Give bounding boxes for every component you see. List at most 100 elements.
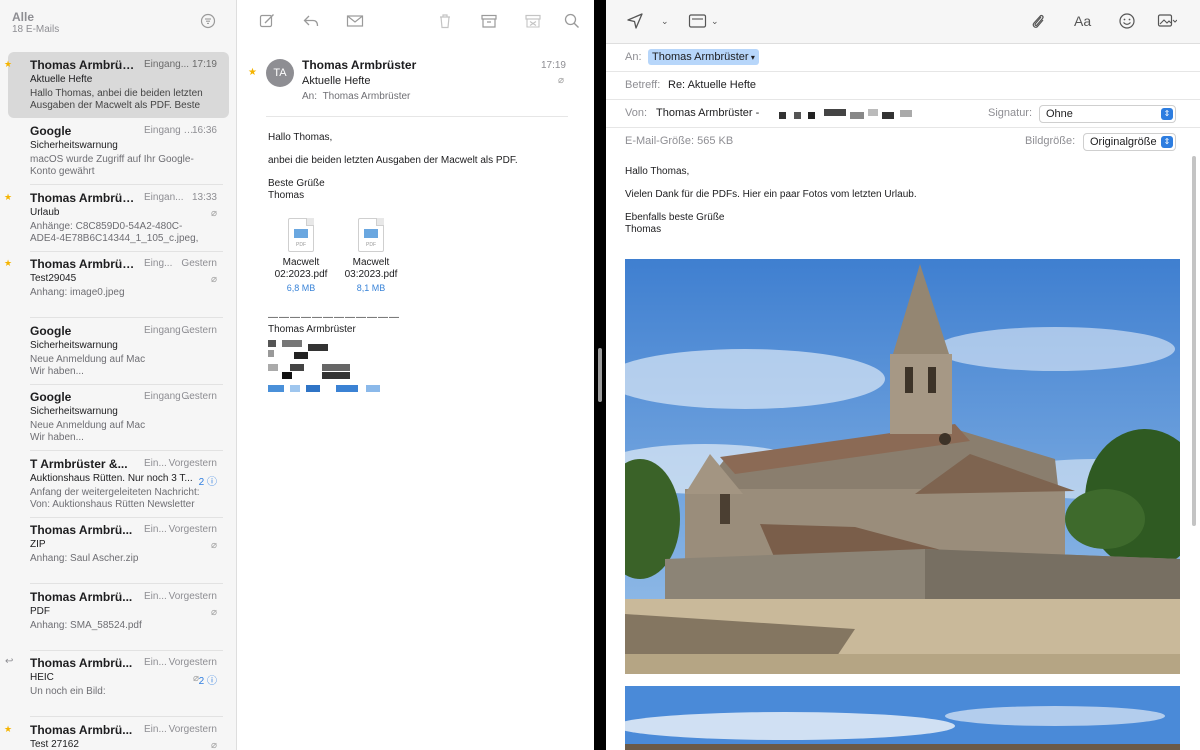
paperclip-icon: ⌀ — [557, 75, 564, 86]
trash-icon[interactable] — [436, 12, 454, 30]
list-item-preview: Hallo Thomas, anbei die beiden letzten A… — [30, 88, 203, 111]
paperclip-icon: ⌀ — [210, 607, 217, 618]
size-label: E-Mail-Größe: — [625, 135, 695, 147]
star-icon[interactable]: ★ — [4, 258, 12, 269]
list-item-subject: Sicherheitswarnung — [30, 340, 118, 351]
list-item-subject: ZIP — [30, 539, 46, 550]
select-arrows-icon: ⇕ — [1161, 136, 1173, 148]
message-body: Hallo Thomas, anbei die beiden letzten A… — [268, 132, 568, 202]
list-item-time: Gestern — [181, 325, 217, 336]
chevron-down-icon: ▾ — [748, 53, 755, 62]
mailbox-title: Alle — [12, 10, 35, 24]
paperclip-icon: ⌀ — [210, 208, 217, 219]
list-item[interactable]: ★ Thomas Armbrüster Eing... Gestern Test2904… — [4, 251, 229, 318]
junk-icon[interactable] — [524, 12, 542, 30]
compose-greeting: Hallo Thomas, — [625, 166, 690, 177]
viewer-toolbar — [238, 0, 594, 44]
star-icon[interactable]: ★ — [4, 192, 12, 203]
list-item[interactable]: ★ Thomas Armbrü... Ein... Vorgestern Test 27… — [4, 717, 229, 750]
from-value[interactable]: Thomas Armbrüster - — [656, 107, 759, 119]
star-icon[interactable]: ★ — [248, 67, 257, 78]
inline-photo-church[interactable] — [625, 259, 1180, 674]
inline-photo-landscape[interactable] — [625, 686, 1180, 750]
list-item-sender: Thomas Armbrüster — [30, 257, 138, 271]
list-item-time: 16:36 — [191, 125, 217, 136]
size-value: 565 KB — [697, 135, 734, 147]
scrollbar[interactable] — [1192, 156, 1196, 526]
compose-closing-name: Thomas — [625, 224, 662, 235]
signature-select[interactable]: Ohne ⇕ — [1039, 105, 1176, 123]
list-item-sender: T Armbrüster &... — [30, 457, 128, 471]
star-icon[interactable]: ★ — [4, 724, 12, 735]
header-fields-icon[interactable] — [688, 12, 708, 30]
pdf-attachment[interactable]: PDF Macwelt 03:2023.pdf 8,1 MB — [336, 218, 406, 293]
image-size-select[interactable]: Originalgröße ⇕ — [1083, 133, 1176, 151]
thread-count-badge[interactable]: 2 ⓘ — [199, 672, 217, 687]
paperclip-icon: ⌀ — [210, 540, 217, 551]
compose-toolbar: ⌄ ⌄ Aa — [606, 0, 1200, 44]
attachment-name: Macwelt 03:2023.pdf — [344, 257, 398, 280]
archive-icon[interactable] — [480, 12, 498, 30]
from-label: Von: — [625, 107, 648, 119]
mailbox-count: 18 E-Mails — [12, 24, 60, 35]
list-item-preview: Anhänge: C8C859D0-54A2-480C- ADE4-4E78B6… — [30, 221, 199, 244]
list-item-subject: HEIC — [30, 672, 54, 683]
search-icon[interactable] — [563, 12, 581, 30]
list-item-preview: Un noch ein Bild: — [30, 686, 106, 697]
split-view-handle[interactable] — [598, 348, 602, 402]
star-icon[interactable]: ★ — [4, 59, 12, 70]
list-item-preview: macOS wurde Zugriff auf Ihr Google- Kont… — [30, 154, 194, 177]
format-button[interactable]: Aa — [1074, 13, 1091, 29]
compose-body[interactable]: Hallo Thomas, Vielen Dank für die PDFs. … — [625, 166, 1145, 236]
reply-icon[interactable] — [302, 12, 320, 30]
subject-value[interactable]: Re: Aktuelle Hefte — [668, 79, 756, 91]
attachment-size: 6,8 MB — [286, 283, 316, 293]
pdf-file-icon: PDF — [288, 218, 314, 252]
list-item-preview: Anhang: Saul Ascher.zip — [30, 553, 139, 564]
chevron-down-icon[interactable]: ⌄ — [711, 16, 719, 27]
split-view-divider[interactable] — [594, 0, 606, 750]
list-item[interactable]: ↩ Thomas Armbrü... Ein... Vorgestern HEIC Un … — [5, 650, 229, 717]
list-item-time: 17:19 — [191, 59, 217, 70]
image-size-value: Originalgröße — [1090, 136, 1157, 148]
list-item-preview: Neue Anmeldung auf Mac Wir haben... — [30, 354, 146, 377]
send-icon[interactable] — [626, 12, 644, 30]
thread-count-badge[interactable]: 2 ⓘ — [199, 473, 217, 488]
list-item-subject: Test29045 — [30, 273, 77, 284]
list-item[interactable]: ★ Thomas Armbrüster Eingan... 13:33 Urlaub An… — [4, 185, 229, 252]
compose-icon[interactable] — [258, 12, 276, 30]
from-field: Von: Thomas Armbrüster - Signatur: Ohne ⇕ — [606, 100, 1200, 128]
list-item[interactable]: T Armbrüster &... Ein... Vorgestern Auktion… — [8, 451, 229, 518]
list-item[interactable]: GoogleEingang - GoogleGesternSicherheits… — [8, 318, 229, 385]
message-time: 17:19 — [540, 60, 566, 71]
recipient-name[interactable]: Thomas Armbrüster — [323, 91, 411, 102]
to-label: An: — [625, 51, 642, 63]
filter-icon[interactable] — [200, 13, 216, 29]
list-item-subject: Auktionshaus Rütten. Nur noch 3 T... — [30, 473, 193, 484]
list-item[interactable]: Thomas Armbrü... Ein... Vorgestern ZIP Anhan… — [8, 517, 229, 584]
attachment-name: Macwelt 02:2023.pdf — [274, 257, 328, 280]
compose-window: ⌄ ⌄ Aa An: Thomas Armbrüster ▾ Betreff: … — [606, 0, 1200, 750]
to-field[interactable]: An: Thomas Armbrüster ▾ — [606, 44, 1200, 72]
paperclip-icon[interactable] — [1030, 12, 1046, 30]
list-item[interactable]: Google Eingang - Google16:36 Sicherheitswa… — [8, 118, 229, 185]
list-item[interactable]: GoogleEingang - GoogleGesternSicherheits… — [8, 384, 229, 451]
chevron-down-icon[interactable]: ⌄ — [661, 16, 669, 27]
message-size-label: E-Mail-Größe: 565 KB — [625, 135, 733, 147]
photo-browser-icon[interactable] — [1157, 12, 1177, 30]
body-closing-name: Thomas — [268, 190, 305, 201]
list-item[interactable]: Thomas Armbrü... Ein... Vorgestern PDF Anhan… — [8, 584, 229, 651]
thread-count: 2 — [198, 477, 205, 488]
subject-field[interactable]: Betreff: Re: Aktuelle Hefte — [606, 72, 1200, 100]
thread-count: 2 — [198, 676, 205, 687]
list-item-time: Gestern — [181, 391, 217, 402]
list-item[interactable]: ★ Thomas Armbrüster Eingang... 17:19 Aktuell… — [4, 52, 229, 118]
recipient-token[interactable]: Thomas Armbrüster ▾ — [648, 49, 759, 65]
list-item-time: Vorgestern — [168, 591, 217, 602]
paperclip-icon: ⌀ — [210, 274, 217, 285]
list-item-time: Vorgestern — [168, 458, 217, 469]
envelope-icon[interactable] — [346, 12, 364, 30]
image-size-label: Bildgröße: — [1025, 135, 1076, 147]
emoji-icon[interactable] — [1118, 12, 1136, 30]
pdf-attachment[interactable]: PDF Macwelt 02:2023.pdf 6,8 MB — [266, 218, 336, 293]
